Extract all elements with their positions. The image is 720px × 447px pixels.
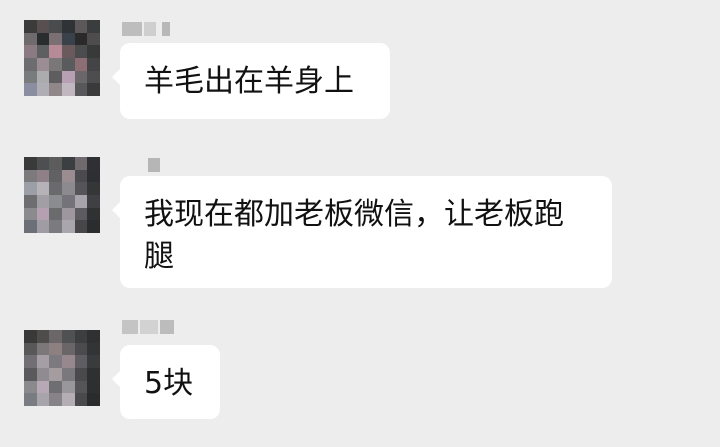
message-text: 5块: [144, 366, 194, 401]
message-text: 羊毛出在羊身上: [144, 64, 354, 99]
message-bubble[interactable]: 我现在都加老板微信，让老板跑腿: [112, 176, 612, 288]
sender-avatar[interactable]: [24, 157, 100, 233]
message-bubble[interactable]: 5块: [112, 345, 220, 419]
message-text: 我现在都加老板微信，让老板跑腿: [144, 197, 564, 274]
chat-area: 羊毛出在羊身上 我现在都加老板微信，让老板跑腿 5块: [0, 0, 720, 447]
sender-avatar[interactable]: [24, 330, 100, 406]
sender-avatar[interactable]: [24, 20, 100, 96]
message-bubble[interactable]: 羊毛出在羊身上: [112, 43, 390, 119]
